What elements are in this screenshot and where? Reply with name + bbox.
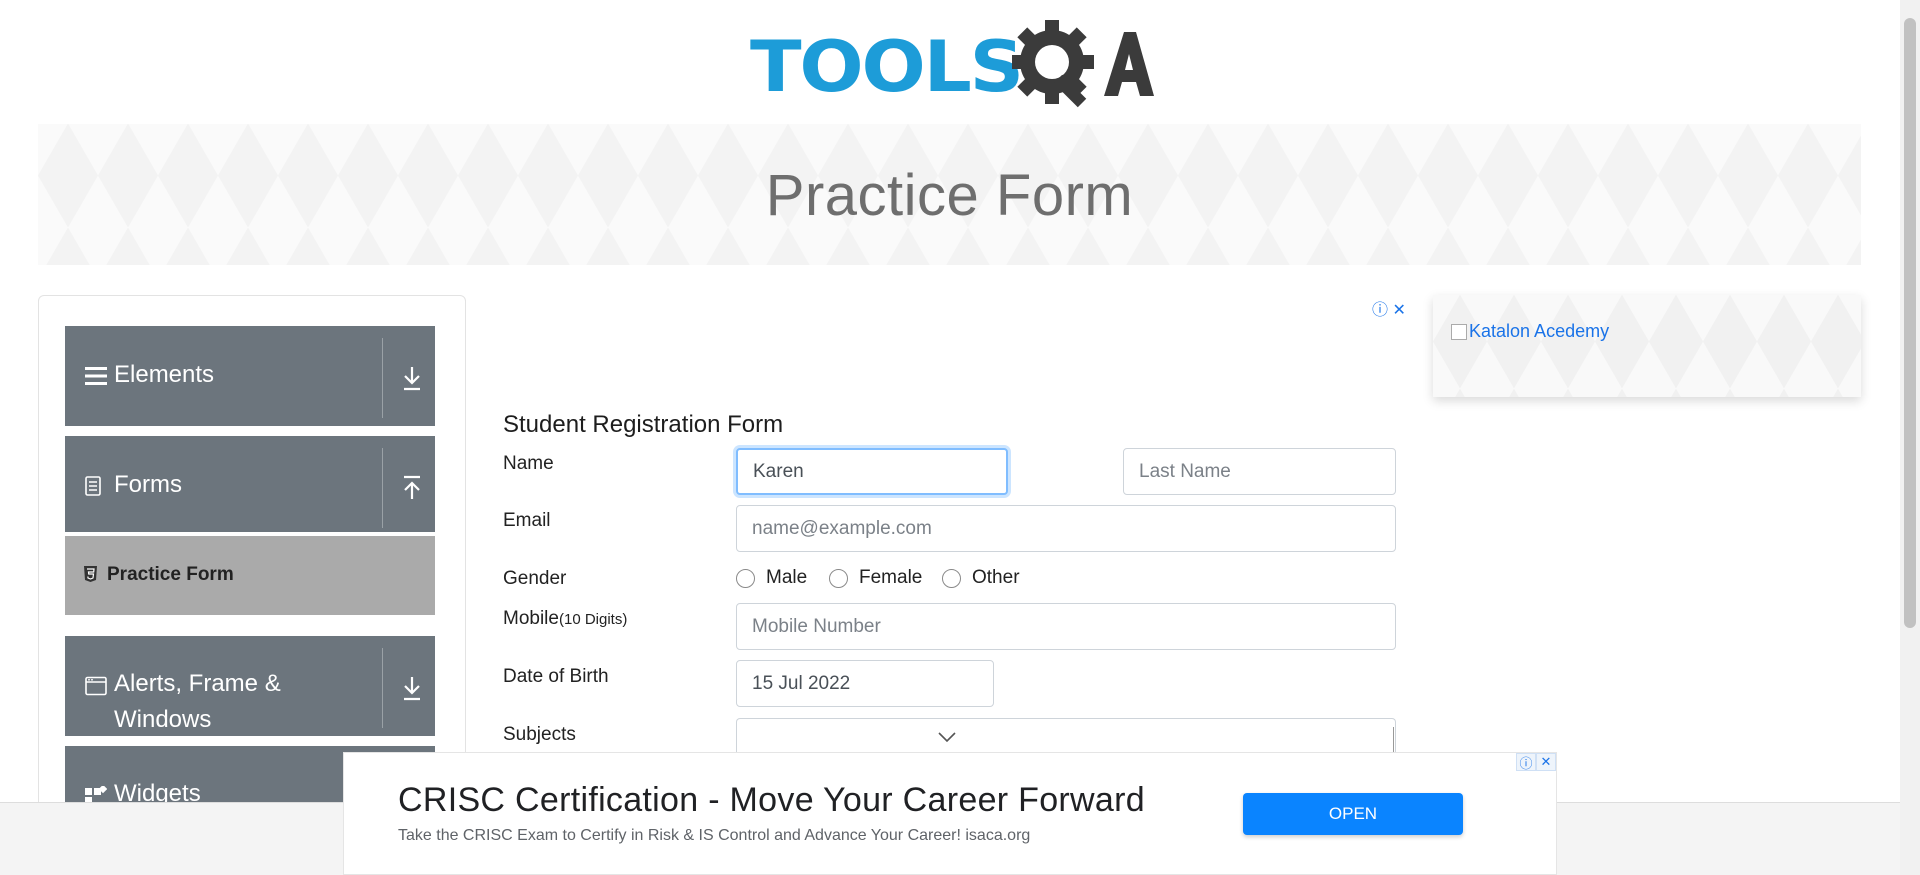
arrow-down-icon[interactable] (400, 674, 424, 702)
gender-label: Gender (503, 568, 567, 589)
sidebar-group-label: Alerts, Frame & (114, 670, 281, 697)
sidebar-group-label-line2: Windows (114, 706, 212, 733)
close-icon[interactable]: ✕ (1392, 302, 1405, 319)
subjects-label: Subjects (503, 724, 576, 745)
scrollbar[interactable] (1900, 0, 1920, 875)
gender-other-radio[interactable]: Other (942, 567, 1020, 589)
mobile-label-text: Mobile (503, 608, 559, 629)
window-icon (85, 676, 107, 696)
sidebar-group-alerts-frame-windows[interactable]: Alerts, Frame & Windows (65, 636, 435, 736)
bottom-ad[interactable]: CRISC Certification - Move Your Career F… (343, 752, 1557, 875)
radio-label: Male (766, 567, 808, 588)
form-title: Student Registration Form (503, 411, 784, 438)
scrollbar-thumb[interactable] (1904, 18, 1916, 628)
broken-image-link[interactable]: Katalon Acedemy (1451, 321, 1609, 342)
mobile-label: Mobile(10 Digits) (503, 608, 627, 630)
divider (382, 648, 383, 728)
radio-label: Female (859, 567, 923, 588)
dob-label: Date of Birth (503, 666, 609, 687)
sidebar-item-label: Practice Form (107, 564, 234, 585)
sidebar-group-label: Elements (114, 361, 215, 388)
page: TOOLS Practice Form Elements Forms Pract… (0, 0, 1920, 875)
sidebar-group-forms[interactable]: Forms (65, 436, 435, 532)
info-icon[interactable]: ⓘ (1516, 753, 1536, 771)
close-icon[interactable]: ✕ (1536, 753, 1556, 771)
radio-label: Other (972, 567, 1020, 588)
arrow-down-icon[interactable] (400, 364, 424, 392)
sidebar-group-elements[interactable]: Elements (65, 326, 435, 426)
arrow-up-icon[interactable] (400, 474, 424, 502)
sidebar-item-practice-form[interactable]: Practice Form (65, 536, 435, 615)
ad-description[interactable]: Take the CRISC Exam to Certify in Risk &… (398, 827, 1030, 845)
divider (382, 338, 383, 418)
chevron-down-icon[interactable] (937, 731, 957, 743)
ad-headline[interactable]: CRISC Certification - Move Your Career F… (398, 781, 1145, 820)
html5-icon (84, 566, 97, 582)
ad-alt-text: Katalon Acedemy (1469, 321, 1610, 341)
info-icon[interactable]: ⓘ (1372, 302, 1388, 319)
divider (382, 448, 383, 528)
side-ad[interactable]: Katalon Acedemy (1433, 295, 1861, 397)
divider (1393, 727, 1394, 755)
ad-choices[interactable]: ⓘ ✕ (1516, 753, 1556, 771)
date-of-birth-input[interactable] (736, 660, 994, 707)
sidebar-group-label: Forms (114, 471, 182, 498)
page-banner: Practice Form (38, 124, 1861, 265)
radio-circle[interactable] (736, 568, 755, 588)
mobile-input[interactable] (736, 603, 1396, 650)
email-label: Email (503, 510, 551, 531)
document-icon (85, 476, 101, 496)
name-label: Name (503, 453, 554, 474)
logo-word: TOOLS (750, 26, 1024, 108)
menu-icon (85, 367, 107, 385)
toolsqa-logo[interactable]: TOOLS (750, 18, 1154, 114)
radio-circle[interactable] (829, 568, 848, 588)
first-name-input[interactable] (736, 448, 1008, 495)
last-name-input[interactable] (1123, 448, 1396, 495)
radio-circle[interactable] (942, 568, 961, 588)
broken-image-icon (1451, 323, 1467, 340)
ad-choices[interactable]: ⓘ ✕ (1372, 296, 1406, 320)
gender-female-radio[interactable]: Female (829, 567, 922, 589)
page-title: Practice Form (765, 163, 1134, 228)
gender-male-radio[interactable]: Male (736, 567, 807, 589)
ad-open-button[interactable]: OPEN (1243, 793, 1463, 835)
email-input[interactable] (736, 505, 1396, 552)
mobile-hint: (10 Digits) (558, 611, 628, 628)
gear-logo-icon (1012, 20, 1154, 108)
